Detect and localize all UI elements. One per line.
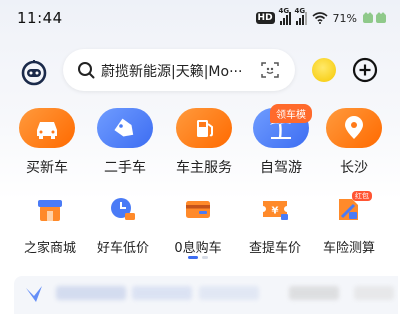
signal-icon: 4G <box>279 7 291 25</box>
svg-text:¥: ¥ <box>272 206 279 217</box>
nav-pickup-price[interactable]: ¥ 查提车价 <box>235 194 315 256</box>
tag-icon <box>97 108 153 148</box>
brand-logo-icon <box>26 286 42 302</box>
hd-icon: HD <box>255 12 275 24</box>
add-circle-icon[interactable] <box>352 57 378 83</box>
nav-mall[interactable]: 之家商城 <box>10 194 90 256</box>
battery-percent: 71% <box>332 11 357 25</box>
blurred-text <box>289 286 339 300</box>
image-scan-icon[interactable] <box>261 61 279 79</box>
nav-label: 0息购车 <box>174 241 222 256</box>
nav-label: 长沙 <box>340 160 368 176</box>
page-indicator-active <box>188 256 198 259</box>
nav-city-changsha[interactable]: 长沙 <box>318 108 390 177</box>
gas-station-icon <box>176 108 232 148</box>
nav-label: 好车低价 <box>96 241 149 256</box>
nav-label: 查提车价 <box>248 241 301 256</box>
status-icons: HD 4G 4G 71% <box>255 7 388 28</box>
shop-icon <box>38 200 62 221</box>
robot-assistant-icon[interactable] <box>20 58 48 86</box>
red-packet-badge: 红包 <box>352 191 372 201</box>
nav-label: 自驾游 <box>260 160 302 176</box>
nav-zero-interest[interactable]: 0息购车 <box>158 194 238 256</box>
location-pin-icon <box>326 108 382 148</box>
status-time: 11:44 <box>17 9 63 27</box>
blurred-text <box>56 286 126 300</box>
weather-sun-icon[interactable] <box>312 58 336 82</box>
nav-label: 之家商城 <box>23 241 76 256</box>
nav-used-car[interactable]: 二手车 <box>89 108 161 177</box>
signal-icon-2: 4G <box>295 7 307 25</box>
feed-preview-strip[interactable] <box>14 276 398 314</box>
blurred-text <box>132 286 192 300</box>
clock-icon <box>111 198 135 220</box>
page-indicator-inactive <box>202 256 208 259</box>
blurred-text <box>199 286 259 300</box>
battery-icon <box>363 12 386 23</box>
car-icon <box>19 108 75 148</box>
promo-badge: 领车模 <box>270 104 312 123</box>
nav-buy-new-car[interactable]: 买新车 <box>11 108 83 177</box>
card-icon <box>186 201 210 218</box>
nav-label: 车主服务 <box>176 160 232 176</box>
nav-good-car-low-price[interactable]: 好车低价 <box>83 194 163 256</box>
wifi-icon <box>312 12 328 24</box>
search-bar[interactable]: 蔚揽新能源|天籁|Mo··· <box>63 49 295 91</box>
secondary-nav: 之家商城 好车低价 0息购车 ¥ 查提车价 车险测算 <box>0 194 400 256</box>
nav-label: 二手车 <box>104 160 146 176</box>
nav-insurance-calc[interactable]: 车险测算 <box>309 194 389 256</box>
blurred-text <box>354 286 394 300</box>
search-query-text: 蔚揽新能源|天籁|Mo··· <box>101 64 243 80</box>
nav-label: 车险测算 <box>322 241 375 256</box>
nav-owner-service[interactable]: 车主服务 <box>168 108 240 177</box>
search-icon <box>78 62 95 79</box>
yuan-ticket-icon: ¥ <box>263 201 288 220</box>
status-bar: 11:44 HD 4G 4G 71% <box>0 0 400 36</box>
nav-label: 买新车 <box>26 160 68 176</box>
primary-nav: 买新车 二手车 车主服务 自驾游 长沙 <box>0 108 400 178</box>
